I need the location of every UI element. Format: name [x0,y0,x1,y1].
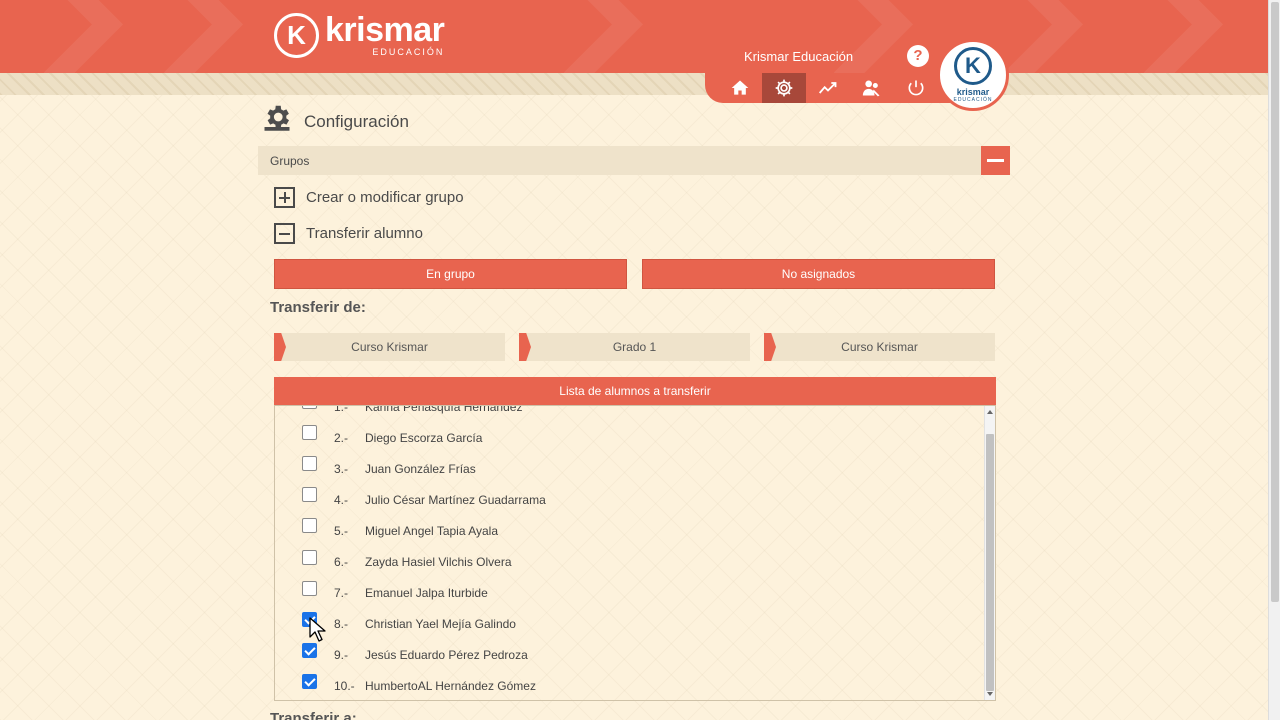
student-checkbox[interactable] [302,406,317,410]
nav-home-button[interactable] [718,73,762,103]
logo-word: krismar [325,10,445,49]
nav-settings-button[interactable] [762,73,806,103]
crumb-grade[interactable]: Grado 1 [519,333,750,361]
gear-icon [775,79,793,97]
list-item[interactable]: 4.- Julio César Martínez Guadarrama [275,484,983,515]
list-item[interactable]: 2.- Diego Escorza García [275,422,983,453]
student-number: 3.- [334,461,349,476]
crumb-label: Grado 1 [612,340,657,354]
crumb-group[interactable]: Curso Krismar [764,333,995,361]
badge-subtitle: EDUCACIÓN [953,97,993,103]
student-name: Zayda Hasiel Vilchis Olvera [365,555,512,570]
scroll-down-icon[interactable] [987,692,993,696]
section-groups: Grupos [258,146,1010,175]
chevron-right-icon [274,333,286,361]
chevron-right-icon [764,333,776,361]
list-scrollbar[interactable] [984,406,995,700]
student-number: 5.- [334,523,349,538]
accordion-label: Crear o modificar grupo [306,189,464,206]
student-name: Juan González Frías [365,461,476,476]
scroll-up-icon[interactable] [987,410,993,414]
student-checkbox[interactable] [302,673,317,689]
list-item[interactable]: 6.- Zayda Hasiel Vilchis Olvera [275,546,983,577]
student-name: HumbertoAL Hernández Gómez [365,679,536,694]
home-icon [731,80,749,95]
collapse-section-button[interactable] [981,146,1010,175]
student-name: Karina Peñasquía Hernández [365,405,523,414]
list-item[interactable]: 3.- Juan González Frías [275,453,983,484]
student-name: Jesús Eduardo Pérez Pedroza [365,648,528,663]
accordion-transfer-student[interactable]: Transferir alumno [274,223,423,244]
student-checkbox[interactable] [302,580,317,596]
top-header [0,0,1268,73]
student-name: Miguel Angel Tapia Ayala [365,523,498,538]
users-icon [862,80,880,97]
student-checkbox[interactable] [302,549,317,565]
nav-logout-button[interactable] [894,73,938,103]
header-decoration [16,0,124,73]
student-number: 4.- [334,492,349,507]
section-title: Grupos [270,153,310,168]
student-number: 6.- [334,555,349,570]
transfer-from-label: Transferir de: [270,299,366,316]
student-list-header: Lista de alumnos a transferir [274,377,996,405]
student-checkbox[interactable] [302,487,317,503]
scroll-thumb[interactable] [986,434,994,691]
student-checkbox[interactable] [302,642,317,658]
list-item[interactable]: 1.- Karina Peñasquía Hernández [275,405,983,422]
student-number: 8.- [334,617,349,632]
mouse-cursor-icon [309,617,326,642]
student-number: 10.- [334,679,355,694]
header-decoration [536,0,644,73]
gear-icon [264,105,290,131]
chevron-right-icon [519,333,531,361]
list-item[interactable]: 7.- Emanuel Jalpa Iturbide [275,578,983,609]
student-number: 1.- [334,405,349,414]
page-scrollbar[interactable] [1268,0,1280,720]
list-item[interactable]: 8.- Christian Yael Mejía Galindo [275,609,983,640]
student-checkbox[interactable] [302,456,317,472]
help-icon[interactable]: ? [907,45,929,67]
plus-icon [274,187,295,208]
badge-word: krismar [956,87,990,97]
accordion-label: Transferir alumno [306,225,423,242]
student-checkbox[interactable] [302,518,317,534]
main-nav [705,73,950,103]
student-list[interactable]: 1.- Karina Peñasquía Hernández 2.- Diego Es… [274,405,996,701]
logo-k-icon: K [274,13,319,58]
badge-k-icon: K [954,47,992,85]
user-name: Krismar Educación [744,49,854,64]
crumb-label: Curso Krismar [351,340,428,354]
student-name: Christian Yael Mejía Galindo [365,617,516,632]
page-scroll-thumb[interactable] [1271,2,1279,602]
header-decoration [136,0,244,73]
chart-icon [818,82,837,94]
list-item[interactable]: 10.- HumbertoAL Hernández Gómez [275,671,983,700]
profile-badge[interactable]: K krismar EDUCACIÓN [937,39,1009,111]
header-decoration [1116,0,1224,73]
student-name: Emanuel Jalpa Iturbide [365,586,488,601]
krismar-logo[interactable]: K krismar EDUCACIÓN [274,10,445,58]
student-number: 7.- [334,586,349,601]
student-checkbox[interactable] [302,425,317,441]
unassigned-button[interactable]: No asignados [642,259,995,289]
student-name: Julio César Martínez Guadarrama [365,492,546,507]
list-item[interactable]: 5.- Miguel Angel Tapia Ayala [275,515,983,546]
crumb-label: Curso Krismar [841,340,918,354]
accordion-create-group[interactable]: Crear o modificar grupo [274,187,464,208]
header-subband [0,73,1268,95]
in-group-button[interactable]: En grupo [274,259,627,289]
minus-icon [274,223,295,244]
nav-stats-button[interactable] [806,73,850,103]
list-item[interactable]: 9.- Jesús Eduardo Pérez Pedroza [275,640,983,671]
crumb-course[interactable]: Curso Krismar [274,333,505,361]
student-number: 2.- [334,430,349,445]
page-title: Configuración [304,112,409,131]
student-name: Diego Escorza García [365,430,483,445]
page-header: Configuración [262,102,409,132]
nav-users-button[interactable] [850,73,894,103]
power-icon [908,80,924,96]
transfer-to-label: Transferir a: [270,710,357,720]
student-number: 9.- [334,648,349,663]
